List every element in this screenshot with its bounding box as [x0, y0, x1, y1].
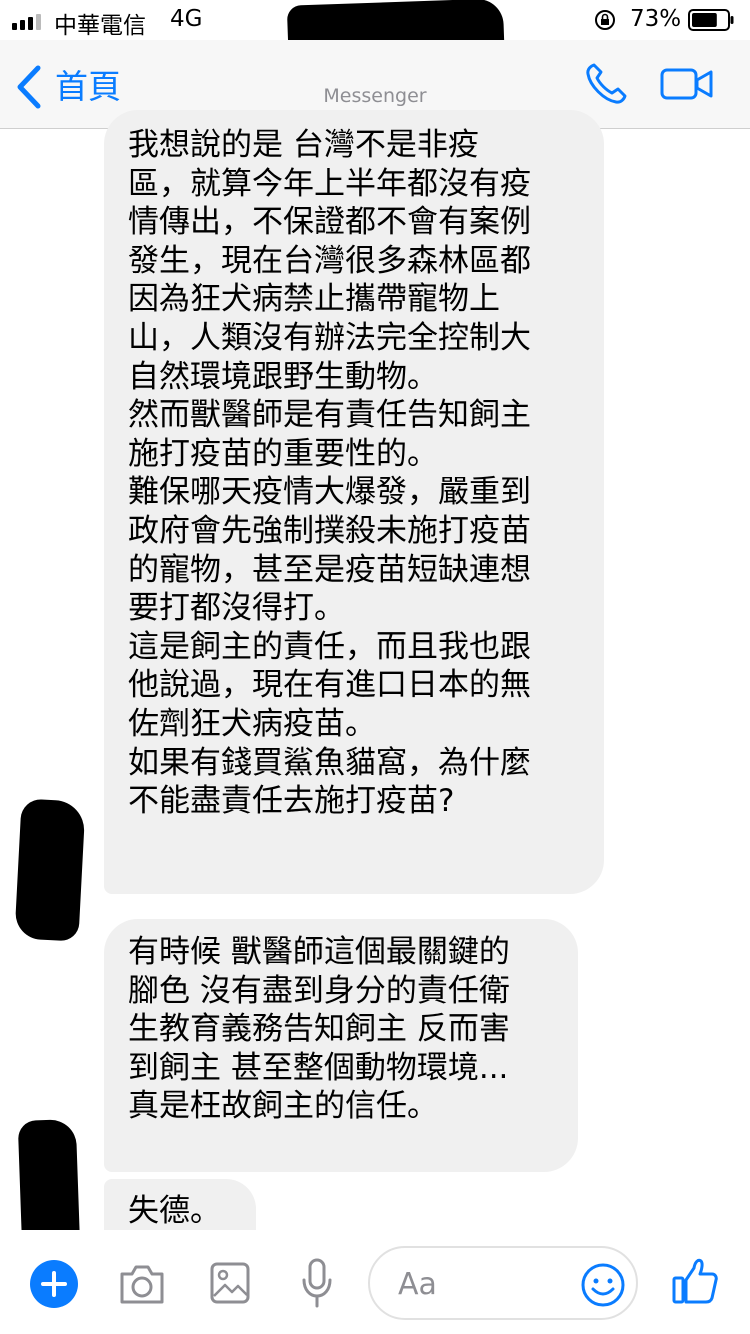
add-button[interactable]: [30, 1260, 78, 1308]
message-input[interactable]: [398, 1262, 558, 1306]
phone-icon[interactable]: [582, 60, 630, 108]
composer-bar: [0, 1230, 750, 1334]
signal-icon: [12, 14, 41, 30]
message-text: 失德。: [128, 1193, 221, 1229]
photo-icon[interactable]: [210, 1262, 250, 1304]
message-bubble[interactable]: 失德。: [104, 1179, 256, 1231]
emoji-icon[interactable]: [580, 1262, 626, 1308]
lock-rotation-icon: [595, 10, 615, 30]
message-text: 有時候 獸醫師這個最關鍵的 腳色 沒有盡到身分的責任衛 生教育義務告知飼主 反而…: [128, 934, 510, 1125]
message-text: 如果有錢買鯊魚貓窩，為什麼 不能盡責任去施打疫苗?: [128, 744, 531, 820]
add-icon: [41, 1271, 67, 1297]
message-text: 然而獸醫師是有責任告知飼主 施打疫苗的重要性的。: [128, 397, 531, 472]
thumbs-up-icon[interactable]: [672, 1256, 718, 1306]
status-bar: 中華電信 4G 73%: [0, 0, 750, 78]
message-text: 我想說的是 台灣不是非疫 區，就算今年上半年都沒有疫 情傳出，不保證都不會有案例…: [128, 127, 531, 395]
redacted-avatar: [14, 798, 86, 942]
message-text: 難保哪天疫情大爆發，嚴重到 政府會先強制撲殺未施打疫苗 的寵物，甚至是疫苗短缺連…: [128, 474, 531, 627]
battery-icon: [688, 9, 734, 31]
camera-icon[interactable]: [118, 1262, 166, 1306]
microphone-icon[interactable]: [302, 1258, 332, 1308]
app-subtitle: Messenger: [323, 85, 427, 107]
battery-percent: 73%: [630, 6, 682, 32]
network-type: 4G: [170, 6, 203, 32]
message-bubble[interactable]: 有時候 獸醫師這個最關鍵的 腳色 沒有盡到身分的責任衛 生教育義務告知飼主 反而…: [104, 919, 578, 1172]
video-camera-icon[interactable]: [660, 66, 714, 102]
carrier-name: 中華電信: [54, 13, 146, 39]
message-text: 這是飼主的責任，而且我也跟 他說過，現在有進口日本的無 佐劑狂犬病疫苗。: [128, 628, 531, 742]
message-bubble[interactable]: 我想說的是 台灣不是非疫 區，就算今年上半年都沒有疫 情傳出，不保證都不會有案例…: [104, 110, 604, 894]
